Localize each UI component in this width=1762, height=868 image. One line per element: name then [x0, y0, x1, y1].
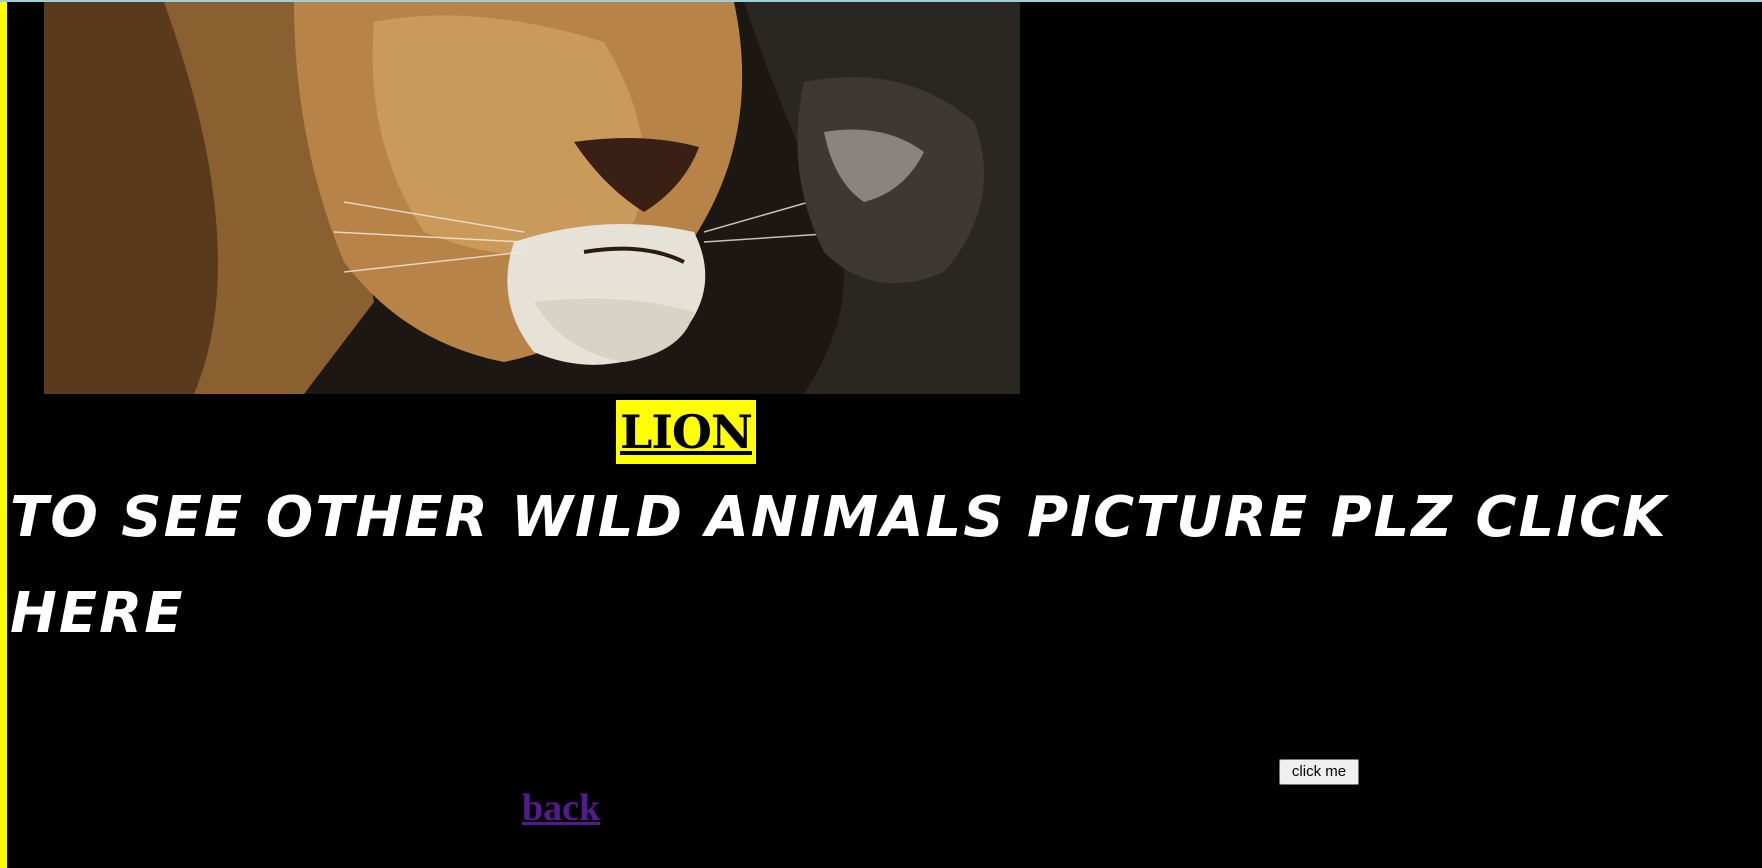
left-yellow-border [0, 2, 7, 868]
click-me-button[interactable]: click me [1279, 759, 1359, 785]
instruction-heading: TO SEE OTHER WILD ANIMALS PICTURE PLZ CL… [10, 485, 1668, 646]
back-link[interactable]: back [522, 786, 600, 830]
lion-image [44, 2, 1020, 394]
animal-title: LION [616, 400, 756, 464]
